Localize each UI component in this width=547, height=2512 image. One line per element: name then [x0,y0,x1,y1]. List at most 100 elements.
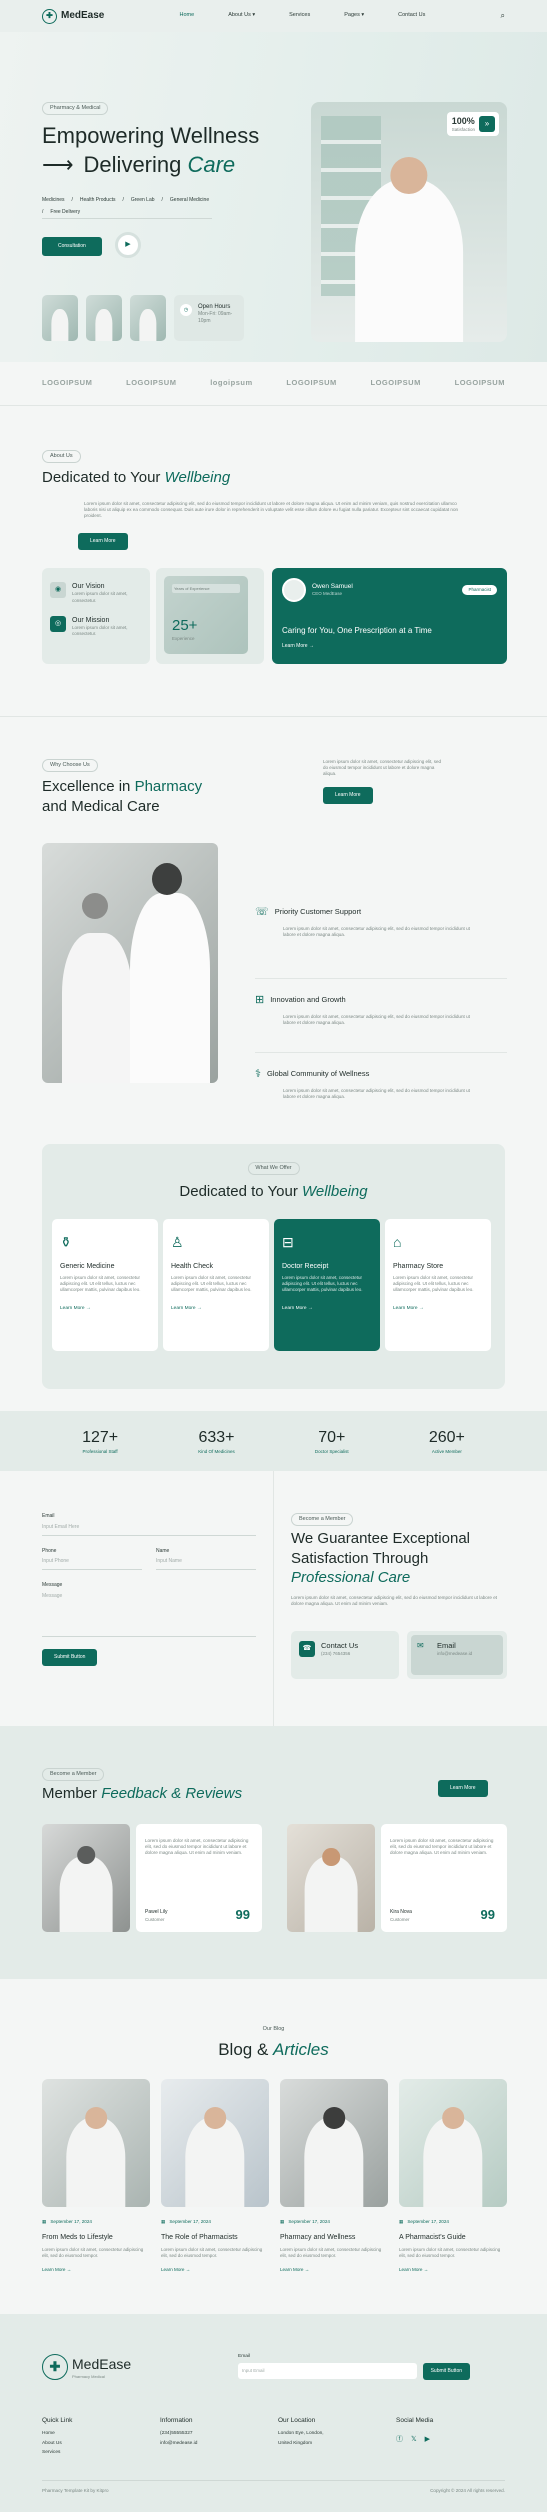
service-learn-more[interactable]: Learn More → [282,1306,372,1312]
hero-links: Medicines / Health Products / Green Lab / G… [42,194,212,219]
avatar [282,578,306,602]
promo-title: Caring for You, One Prescription at a Ti… [282,626,432,635]
main-nav: Home About Us ▾ Services Pages ▾ Contact… [180,12,426,19]
reviews-tag: Become a Member [42,1768,105,1782]
message-field[interactable]: Message [42,1589,256,1637]
footer-link[interactable]: Services [42,2448,160,2458]
blog-title-text[interactable]: A Pharmacist's Guide [399,2233,507,2242]
blog-learn-more[interactable]: Learn More → [42,2267,150,2273]
store-icon: ⌂ [393,1234,402,1250]
service-card[interactable]: ⚱ Generic Medicine Lorem ipsum dolor sit… [52,1219,158,1351]
footer-credit: Pharmacy Template Kit by Kitpro [42,2488,109,2493]
service-learn-more[interactable]: Learn More → [60,1306,150,1312]
email-card[interactable]: ✉ Email info@medease.id [407,1631,507,1679]
hours-time: 10pm [198,317,211,324]
reviews-learn-more-button[interactable]: Learn More [438,1780,488,1797]
twitter-icon[interactable]: 𝕏 [411,2433,417,2447]
site-header: ✚ MedEase Home About Us ▾ Services Pages… [0,0,547,32]
search-icon[interactable]: ⌕ [501,11,505,22]
contact-submit-button[interactable]: Submit Button [42,1648,98,1666]
phone-icon: ☎ [299,1641,315,1657]
thumb-image[interactable] [130,295,166,341]
blog-card[interactable]: ▦ September 17, 2024 The Role of Pharmaci… [161,2079,269,2273]
feature-list: ☏ Priority Customer Support Lorem ipsum d… [255,905,507,1127]
contact-card[interactable]: ☎ Contact Us (234) 7654356 [291,1631,399,1679]
footer-email[interactable]: info@medease.id [160,2439,278,2449]
brand-logo[interactable]: ✚ MedEase [42,8,105,24]
play-video-button[interactable]: ▶ [115,232,141,258]
about-title: Dedicated to Your Wellbeing [42,469,231,486]
email-field[interactable]: Input Email Here [42,1520,256,1536]
footer-link[interactable]: Home [42,2429,160,2439]
nav-contact[interactable]: Contact Us [398,12,425,19]
newsletter-email-input[interactable]: Input Email [238,2363,417,2380]
stat-item: 70+ Doctor Specialist [314,1429,349,1454]
nav-pages[interactable]: Pages ▾ [344,12,364,19]
about-text: Lorem ipsum dolor sit amet, consectetur … [84,501,459,519]
quote-icon: 99 [235,1907,250,1923]
blog-title-text[interactable]: Pharmacy and Wellness [280,2233,388,2242]
hero-link[interactable]: Health Products [80,194,116,206]
blog-learn-more[interactable]: Learn More → [399,2267,507,2273]
blog-card[interactable]: ▦ September 17, 2024 Pharmacy and Wellnes… [280,2079,388,2273]
offer-section: What We Offer Dedicated to Your Wellbein… [0,1126,547,1411]
nav-services[interactable]: Services [289,12,310,19]
reviews-section: Become a Member Member Feedback & Review… [0,1726,547,1979]
medicine-icon: ⚱ [60,1234,72,1250]
blog-learn-more[interactable]: Learn More → [161,2267,269,2273]
copyright: Copyright © 2024 All rights reserved. [430,2488,505,2493]
caduceus-icon: ✚ [42,8,57,24]
hero-link[interactable]: Green Lab [131,194,155,206]
blog-card[interactable]: ▦ September 17, 2024 A Pharmacist's Guide… [399,2079,507,2273]
hero-link[interactable]: Medicines [42,194,65,206]
footer-phone[interactable]: (234)55555327 [160,2429,278,2439]
health-check-icon: ♙ [171,1234,184,1250]
why-section: Why Choose Us Excellence in Pharmacy and … [0,716,547,1127]
thumb-image[interactable] [86,295,122,341]
why-tag: Why Choose Us [42,759,98,773]
brand-name: MedEase [61,10,105,22]
hours-days: Mon-Fri: 09am- [198,311,233,318]
service-learn-more[interactable]: Learn More → [393,1306,483,1312]
blog-title-text[interactable]: From Meds to Lifestyle [42,2233,150,2242]
open-hours-card: ◷ Open Hours Mon-Fri: 09am- 10pm [174,295,244,341]
site-footer: ✚ MedEase Pharmacy Medical Email Input Em… [0,2314,547,2512]
reviews-title: Member Feedback & Reviews [42,1785,243,1802]
why-title: Excellence in Pharmacy and Medical Care [42,778,203,816]
offer-tag: What We Offer [247,1162,300,1176]
blog-title-text[interactable]: The Role of Pharmacists [161,2233,269,2242]
double-chevron-icon[interactable]: » [479,116,495,133]
thumb-image[interactable] [42,295,78,341]
reviewer-name: Kira Nova [390,1909,412,1916]
why-learn-more-button[interactable]: Learn More [323,787,373,804]
newsletter: Email Input Email Submit Button [238,2354,470,2381]
service-card[interactable]: ♙ Health Check Lorem ipsum dolor sit ame… [163,1219,269,1351]
nav-home[interactable]: Home [180,12,195,19]
feature-item: ☏ Priority Customer Support Lorem ipsum d… [255,905,507,979]
medkit-icon: ⊞ [255,994,265,1006]
service-learn-more[interactable]: Learn More → [171,1306,261,1312]
phone-field[interactable]: Input Phone [42,1554,142,1570]
blog-image [42,2079,150,2207]
service-card[interactable]: ⌂ Pharmacy Store Lorem ipsum dolor sit a… [385,1219,491,1351]
consultation-button[interactable]: Consultation [42,237,102,256]
promo-link[interactable]: Learn More → [282,643,497,650]
reviewer-photo [42,1824,130,1932]
partner-logo: logoipsum [210,378,253,388]
youtube-icon[interactable]: ▶ [425,2433,430,2447]
hero-link[interactable]: General Medicine [170,194,209,206]
blog-image [161,2079,269,2207]
nav-about[interactable]: About Us ▾ [228,12,255,19]
footer-link[interactable]: About Us [42,2439,160,2449]
about-learn-more-button[interactable]: Learn More [78,533,128,550]
name-field[interactable]: Input Name [156,1554,256,1570]
facebook-icon[interactable]: ⓕ [396,2433,403,2447]
partner-logo: LOGOIPSUM [42,378,93,388]
footer-logo[interactable]: ✚ MedEase Pharmacy Medical [42,2354,131,2380]
hero-link[interactable]: Free Delivery [50,206,80,218]
service-card[interactable]: ⊟ Doctor Receipt Lorem ipsum dolor sit a… [274,1219,380,1351]
newsletter-submit-button[interactable]: Submit Button [422,2363,470,2381]
partner-logos: LOGOIPSUM LOGOIPSUM logoipsum LOGOIPSUM … [0,362,547,406]
blog-learn-more[interactable]: Learn More → [280,2267,388,2273]
blog-card[interactable]: ▦ September 17, 2024 From Meds to Lifesty… [42,2079,150,2273]
